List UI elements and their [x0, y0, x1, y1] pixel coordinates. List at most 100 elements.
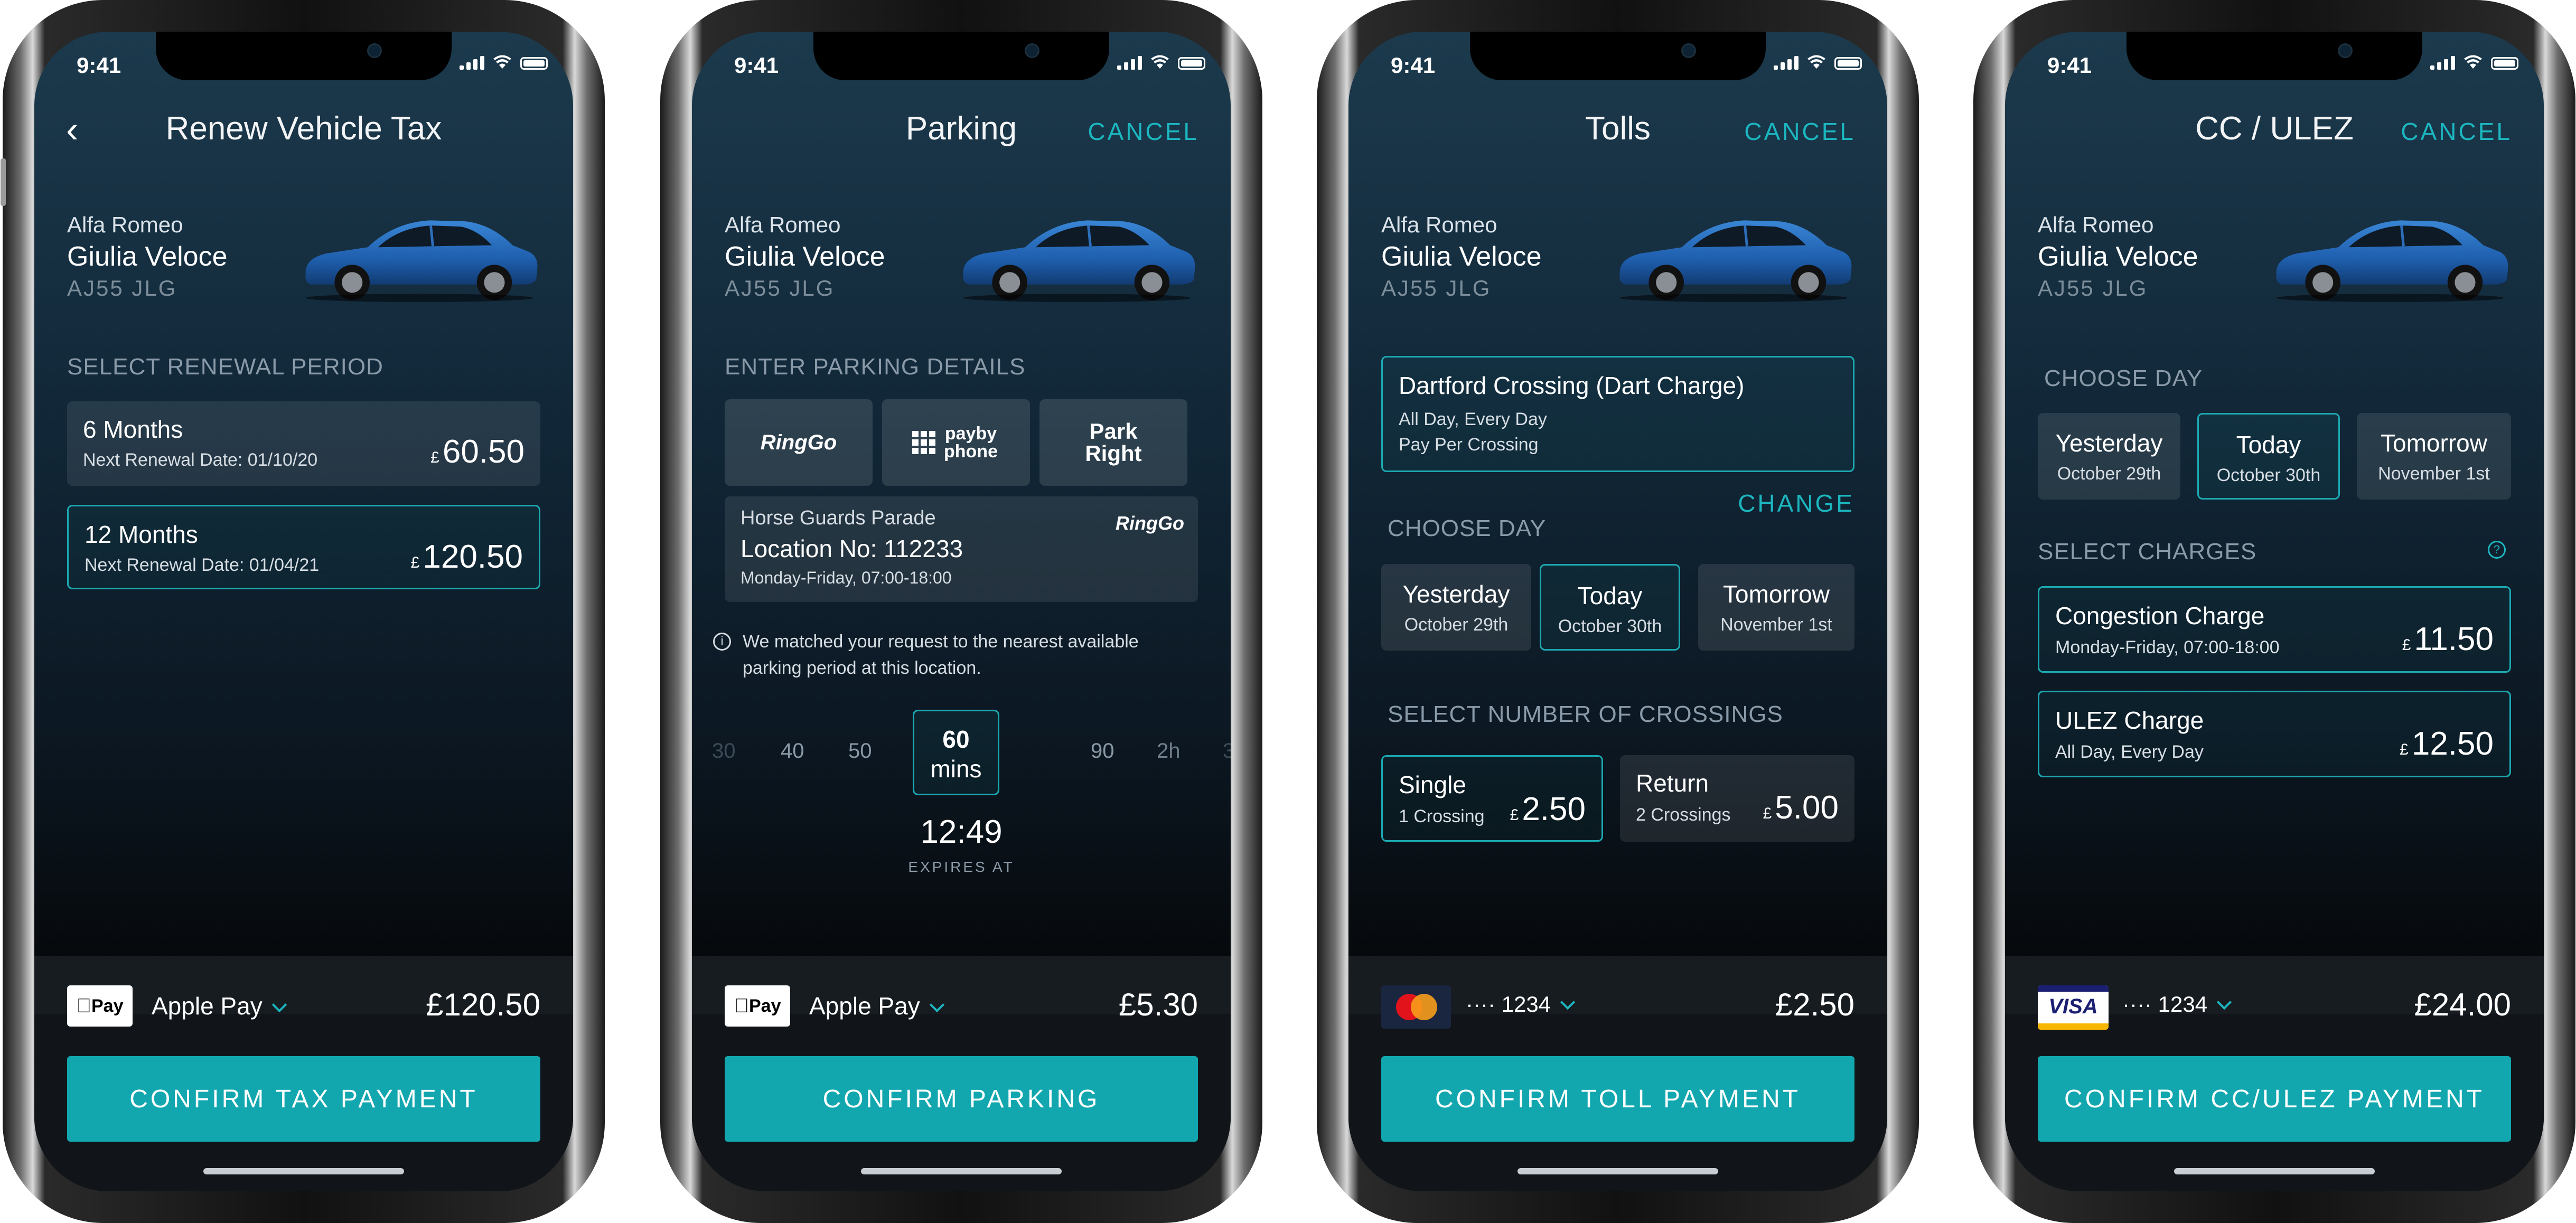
payment-total: £120.50 — [426, 987, 540, 1022]
duration-value: 60 — [942, 726, 970, 753]
parking-location-card[interactable]: Horse Guards Parade Location No: 112233 … — [725, 496, 1198, 602]
matching-notice: We matched your request to the nearest a… — [743, 632, 1139, 678]
car-make: Alfa Romeo — [725, 212, 841, 237]
battery-icon — [2491, 57, 2518, 70]
day-yesterday[interactable]: Yesterday October 29th — [2038, 413, 2180, 500]
page-title: Renew Vehicle Tax — [165, 110, 442, 147]
car-plate: AJ55 JLG — [2038, 276, 2148, 300]
home-indicator[interactable] — [861, 1168, 1062, 1174]
option-price: £60.50 — [430, 434, 524, 470]
signal-icon — [460, 56, 484, 70]
cancel-button[interactable]: CANCEL — [1744, 117, 1856, 146]
option-sub: 2 Crossings — [1636, 805, 1731, 825]
car-model: Giulia Veloce — [725, 241, 885, 272]
section-label: SELECT RENEWAL PERIOD — [67, 354, 383, 380]
day-selector: Yesterday October 29th Today October 30th … — [1381, 564, 1854, 651]
signal-icon — [2430, 56, 2455, 70]
car-model: Giulia Veloce — [2038, 241, 2198, 272]
charge-option-ulez[interactable]: ULEZ Charge All Day, Every Day £12.50 — [2038, 691, 2511, 777]
crossing-option-return[interactable]: Return 2 Crossings £5.00 — [1620, 755, 1854, 842]
phone-parking: 9:41 Parking CANCEL Alfa Romeo Giulia Ve… — [660, 0, 1262, 1223]
renewal-option-6-months[interactable]: 6 Months Next Renewal Date: 01/10/20 £60… — [67, 401, 540, 486]
cancel-button[interactable]: CANCEL — [1088, 117, 1199, 146]
wifi-icon — [1807, 55, 1825, 69]
duration-option[interactable]: 40 — [781, 739, 804, 763]
status-time: 9:41 — [2047, 53, 2092, 78]
car-make: Alfa Romeo — [67, 212, 183, 237]
status-time: 9:41 — [734, 53, 779, 78]
day-today[interactable]: Today October 30th — [2197, 413, 2340, 500]
home-indicator[interactable] — [2174, 1168, 2375, 1174]
option-price: £2.50 — [1510, 791, 1586, 827]
option-sub: All Day, Every Day — [2055, 742, 2204, 762]
change-crossing-button[interactable]: CHANGE — [1738, 489, 1854, 518]
screen-tolls: 9:41 Tolls CANCEL Alfa Romeo Giulia Velo… — [1348, 32, 1887, 1191]
home-indicator[interactable] — [203, 1168, 404, 1174]
option-price: £120.50 — [410, 539, 523, 575]
choose-day-label: CHOOSE DAY — [1388, 515, 1547, 541]
confirm-tax-payment-button[interactable]: CONFIRM TAX PAYMENT — [67, 1056, 540, 1142]
payment-total: £24.00 — [2414, 987, 2511, 1022]
signal-icon — [1117, 56, 1142, 70]
option-label: 12 Months — [85, 521, 198, 548]
wifi-icon — [1151, 55, 1169, 69]
phone-cc-ulez: 9:41 CC / ULEZ CANCEL Alfa Romeo Giulia … — [1973, 0, 2575, 1223]
notch — [1470, 32, 1766, 80]
mastercard-icon — [1381, 985, 1451, 1029]
confirm-cc-ulez-payment-button[interactable]: CONFIRM CC/ULEZ PAYMENT — [2038, 1056, 2511, 1142]
charge-option-congestion[interactable]: Congestion Charge Monday-Friday, 07:00-1… — [2038, 586, 2511, 673]
renewal-option-12-months[interactable]: 12 Months Next Renewal Date: 01/04/21 £1… — [67, 505, 540, 589]
option-label: ULEZ Charge — [2055, 707, 2204, 734]
screen-parking: 9:41 Parking CANCEL Alfa Romeo Giulia Ve… — [692, 32, 1231, 1191]
choose-day-label: CHOOSE DAY — [2044, 365, 2203, 391]
select-charges-label: SELECT CHARGES — [2038, 539, 2257, 565]
crossing-option-single[interactable]: Single 1 Crossing £2.50 — [1381, 755, 1603, 842]
day-today[interactable]: Today October 30th — [1540, 564, 1680, 651]
crossing-schedule: All Day, Every Day — [1399, 409, 1547, 429]
day-tomorrow[interactable]: Tomorrow November 1st — [1698, 564, 1854, 651]
option-renewal-date: Next Renewal Date: 01/04/21 — [85, 555, 320, 575]
cancel-button[interactable]: CANCEL — [2401, 117, 2512, 146]
expiry-label: EXPIRES AT — [908, 859, 1015, 875]
notch — [156, 32, 452, 80]
confirm-toll-payment-button[interactable]: CONFIRM TOLL PAYMENT — [1381, 1056, 1854, 1142]
home-indicator[interactable] — [1518, 1168, 1718, 1174]
provider-ringgo[interactable]: RingGo — [725, 399, 873, 486]
payment-method-select[interactable]: ···· 1234 — [1466, 992, 1576, 1017]
duration-option[interactable]: 30 — [712, 739, 736, 763]
camera-icon — [1025, 43, 1039, 58]
provider-park-right[interactable]: Park Right — [1039, 399, 1187, 486]
option-price: £12.50 — [2400, 726, 2494, 762]
option-price: £11.50 — [2402, 621, 2494, 657]
car-plate: AJ55 JLG — [67, 276, 177, 300]
chevron-down-icon — [271, 997, 287, 1013]
screen-cc-ulez: 9:41 CC / ULEZ CANCEL Alfa Romeo Giulia … — [2005, 32, 2544, 1191]
duration-option[interactable]: 2h — [1157, 739, 1181, 763]
status-time: 9:41 — [77, 53, 121, 78]
option-sub: 1 Crossing — [1399, 806, 1485, 826]
duration-option[interactable]: 50 — [848, 739, 872, 763]
payment-method-select[interactable]: Apple Pay — [152, 992, 287, 1020]
payment-method-select[interactable]: Apple Pay — [809, 992, 944, 1020]
help-icon[interactable]: ? — [2488, 541, 2506, 559]
chevron-down-icon — [929, 997, 944, 1013]
day-selector: Yesterday October 29th Today October 30th … — [2038, 413, 2511, 500]
provider-paybyphone[interactable]: payby phone — [882, 399, 1030, 486]
car-image — [295, 201, 544, 306]
option-sub: Monday-Friday, 07:00-18:00 — [2055, 637, 2280, 657]
option-label: Congestion Charge — [2055, 602, 2265, 629]
day-yesterday[interactable]: Yesterday October 29th — [1381, 564, 1531, 651]
crossings-label: SELECT NUMBER OF CROSSINGS — [1388, 701, 1783, 727]
payment-method-select[interactable]: ···· 1234 — [2122, 992, 2232, 1017]
car-plate: AJ55 JLG — [725, 276, 835, 300]
duration-selected[interactable]: 60 mins — [913, 710, 999, 795]
status-icons — [2430, 55, 2518, 70]
car-model: Giulia Veloce — [1381, 241, 1542, 272]
duration-option[interactable]: 90 — [1091, 739, 1114, 763]
duration-option[interactable]: 3h — [1223, 739, 1231, 763]
toll-crossing-card[interactable]: Dartford Crossing (Dart Charge) All Day,… — [1381, 356, 1854, 472]
day-tomorrow[interactable]: Tomorrow November 1st — [2357, 413, 2511, 500]
car-make: Alfa Romeo — [1381, 212, 1497, 237]
chevron-down-icon — [2216, 994, 2232, 1010]
confirm-parking-button[interactable]: CONFIRM PARKING — [725, 1056, 1198, 1142]
